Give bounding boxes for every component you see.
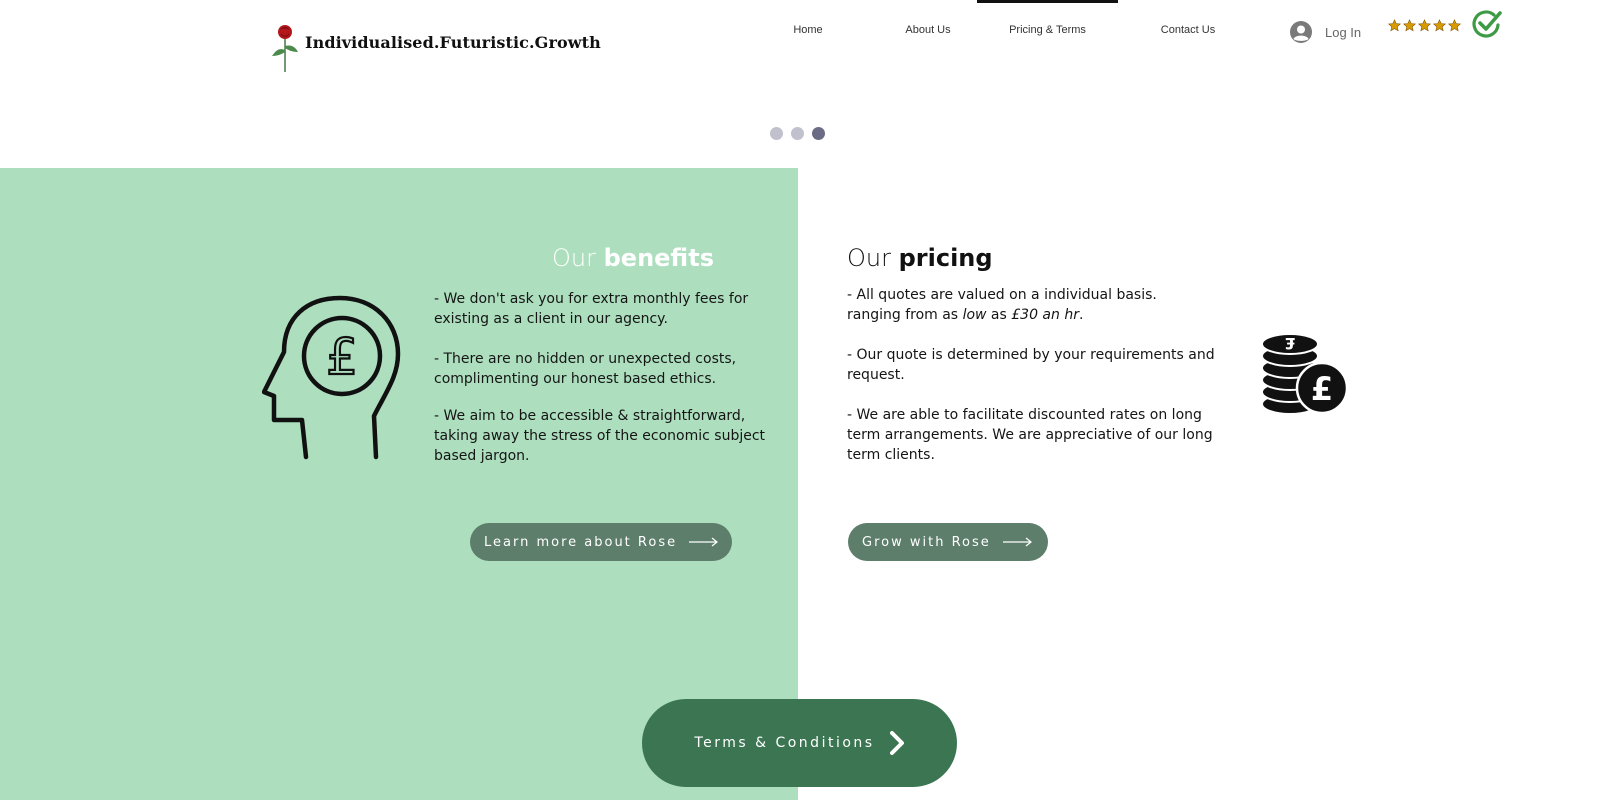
pricing-point-1-line1: - All quotes are valued on a individual … bbox=[847, 287, 1157, 303]
arrow-right-icon bbox=[1002, 537, 1032, 547]
slider-dots bbox=[770, 127, 825, 140]
pricing-title-bold: pricing bbox=[898, 244, 993, 272]
brand-name[interactable]: Individualised.Futuristic.Growth bbox=[305, 33, 601, 52]
login-button[interactable]: Log In bbox=[1290, 20, 1361, 44]
user-avatar-icon bbox=[1290, 21, 1312, 43]
star-icon bbox=[1433, 19, 1446, 32]
grow-with-rose-button[interactable]: Grow with Rose bbox=[848, 523, 1048, 561]
star-icon bbox=[1418, 19, 1431, 32]
star-icon bbox=[1388, 19, 1401, 32]
nav-pricing-terms[interactable]: Pricing & Terms bbox=[977, 0, 1118, 60]
chevron-right-icon bbox=[889, 731, 904, 755]
benefit-point-3: - We aim to be accessible & straightforw… bbox=[434, 408, 766, 464]
nav-home[interactable]: Home bbox=[768, 0, 848, 60]
svg-text:£: £ bbox=[326, 328, 358, 386]
learn-more-button[interactable]: Learn more about Rose bbox=[470, 523, 732, 561]
terms-conditions-label: Terms & Conditions bbox=[694, 735, 875, 751]
pricing-point-1-end: . bbox=[1078, 307, 1084, 323]
grow-with-rose-label: Grow with Rose bbox=[862, 534, 991, 550]
svg-text:£: £ bbox=[1284, 334, 1295, 353]
rating-stars bbox=[1388, 19, 1461, 32]
nav-contact-us[interactable]: Contact Us bbox=[1138, 0, 1238, 60]
pricing-point-1-mid: as bbox=[986, 307, 1012, 323]
login-label: Log In bbox=[1325, 24, 1362, 40]
pricing-point-1: - All quotes are valued on a individual … bbox=[847, 285, 1227, 325]
slider-dot-3[interactable] bbox=[812, 127, 825, 140]
check-circle-icon bbox=[1472, 10, 1502, 38]
pricing-rate: £30 an hr bbox=[1011, 307, 1079, 323]
pricing-title: Our pricing bbox=[847, 244, 993, 272]
benefits-title-light: Our bbox=[552, 244, 596, 272]
pricing-title-light: Our bbox=[847, 244, 891, 272]
benefit-point-2: - There are no hidden or unexpected cost… bbox=[434, 351, 737, 387]
benefits-title: Our benefits bbox=[552, 244, 714, 272]
arrow-right-icon bbox=[689, 537, 719, 547]
terms-conditions-button[interactable]: Terms & Conditions bbox=[642, 699, 957, 787]
pricing-point-3: - We are able to facilitate discounted r… bbox=[847, 407, 1213, 463]
slider-dot-1[interactable] bbox=[770, 127, 783, 140]
star-icon bbox=[1403, 19, 1416, 32]
pricing-point-1-prefix: ranging from as bbox=[847, 307, 963, 323]
slider-dot-2[interactable] bbox=[791, 127, 804, 140]
pound-coins-icon: £ £ bbox=[1261, 333, 1348, 415]
star-icon bbox=[1448, 19, 1461, 32]
benefit-point-1: - We don't ask you for extra monthly fee… bbox=[434, 291, 749, 327]
svg-text:£: £ bbox=[1311, 370, 1333, 408]
pricing-low: low bbox=[962, 307, 987, 323]
learn-more-label: Learn more about Rose bbox=[484, 534, 678, 550]
pricing-point-2: - Our quote is determined by your requir… bbox=[847, 347, 1215, 383]
nav-about-us[interactable]: About Us bbox=[878, 0, 978, 60]
head-pound-icon: £ bbox=[262, 295, 401, 460]
site-header: Individualised.Futuristic.Growth Home Ab… bbox=[0, 0, 1600, 100]
rose-logo-icon[interactable] bbox=[270, 22, 300, 72]
benefits-title-bold: benefits bbox=[603, 244, 714, 272]
